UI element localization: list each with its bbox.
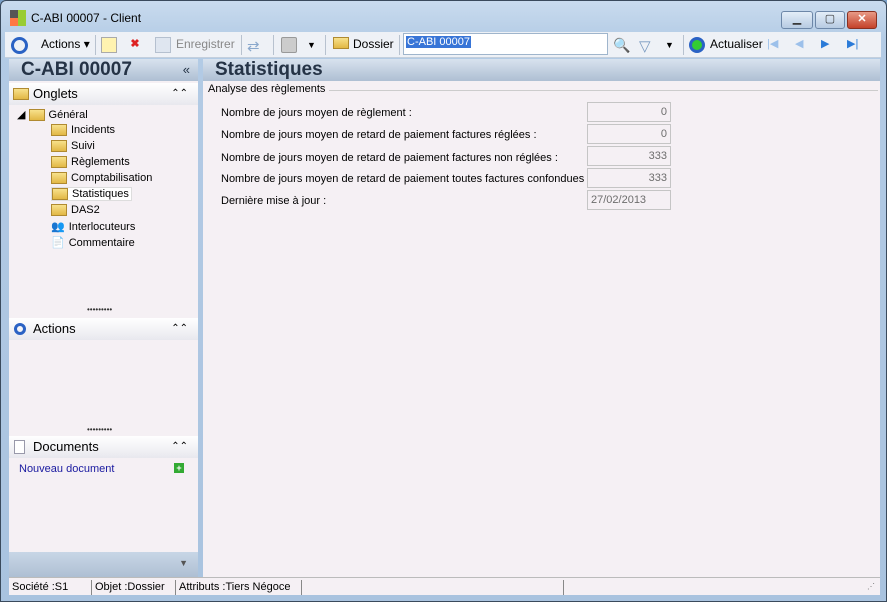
splitter[interactable]: ••••••••• xyxy=(87,425,112,434)
save-button[interactable]: Enregistrer xyxy=(176,37,235,51)
toolbar: Actions ▾ ✖ Enregistrer ⇄ ▼ Dossier C-AB… xyxy=(5,32,881,58)
tree-item-label: Règlements xyxy=(71,156,130,168)
tree-item-label: Incidents xyxy=(71,124,116,136)
status-attributs: Attributs :Tiers Négoce xyxy=(176,580,302,595)
collapse-icon[interactable]: ⌃⌃ xyxy=(171,318,188,340)
last-update-field: 27/02/2013 xyxy=(587,190,671,210)
next-icon[interactable]: ▶ xyxy=(821,37,837,53)
menu-icon[interactable] xyxy=(11,37,28,54)
add-icon[interactable]: + xyxy=(174,463,184,473)
refresh-button[interactable]: Actualiser xyxy=(710,37,763,51)
status-societe: Société :S1 xyxy=(9,580,92,595)
main-panel: Statistiques Analyse des règlements Nomb… xyxy=(203,59,880,577)
avg-delay-all-field: 333 xyxy=(587,168,671,188)
new-document-link[interactable]: Nouveau document xyxy=(19,463,114,475)
tree-item-interlocuteurs[interactable]: 👥 Interlocuteurs xyxy=(51,220,135,233)
print-dropdown[interactable]: ▼ xyxy=(307,40,316,50)
tree-item-statistiques[interactable]: Statistiques xyxy=(51,187,132,202)
onglets-label: Onglets xyxy=(33,86,78,101)
new-icon[interactable] xyxy=(101,37,117,53)
tree-item-label: Comptabilisation xyxy=(71,172,153,184)
tree-item-label: DAS2 xyxy=(71,204,100,216)
row-label: Nombre de jours moyen de règlement : xyxy=(221,107,412,119)
collapse-icon[interactable]: ⌃⌃ xyxy=(171,83,188,105)
status-bar: Société :S1 Objet :Dossier Attributs :Ti… xyxy=(9,577,880,595)
tree-root-label: Général xyxy=(48,109,88,121)
users-icon: 👥 xyxy=(51,221,65,233)
tree-item-incidents[interactable]: Incidents xyxy=(51,124,116,137)
tree-item-das2[interactable]: DAS2 xyxy=(51,204,100,217)
dossier-button[interactable]: Dossier xyxy=(353,37,394,51)
minimize-button[interactable]: ▁ xyxy=(781,11,813,29)
documents-label: Documents xyxy=(33,439,99,454)
actions-menu[interactable]: Actions ▾ xyxy=(41,37,90,51)
avg-payment-days-field: 0 xyxy=(587,102,671,122)
row-label: Nombre de jours moyen de retard de paiem… xyxy=(221,129,537,141)
actions-header[interactable]: Actions ⌃⌃ xyxy=(9,318,198,340)
filter-dropdown[interactable]: ▼ xyxy=(665,40,674,50)
row-label: Nombre de jours moyen de retard de paiem… xyxy=(221,173,591,185)
print-icon[interactable] xyxy=(281,37,297,53)
tree-item-label: Commentaire xyxy=(68,237,135,249)
tree-item-reglements[interactable]: Règlements xyxy=(51,156,130,169)
status-objet: Objet :Dossier xyxy=(92,580,176,595)
left-panel: C-ABI 00007 « Onglets ⌃⌃ ◢ Général Inciden… xyxy=(9,59,198,577)
app-icon xyxy=(10,10,26,26)
chevron-down-icon[interactable]: ▼ xyxy=(179,558,188,568)
window-title: C-ABI 00007 - Client xyxy=(31,11,142,25)
onglets-header[interactable]: Onglets ⌃⌃ xyxy=(9,83,198,105)
delete-icon[interactable]: ✖ xyxy=(127,37,143,53)
maximize-button[interactable]: ▢ xyxy=(815,11,845,29)
actions-label: Actions xyxy=(41,37,81,51)
tree-item-comptabilisation[interactable]: Comptabilisation xyxy=(51,172,153,185)
actions-section-label: Actions xyxy=(33,321,76,336)
collapse-icon[interactable]: ⌃⌃ xyxy=(171,436,188,458)
documents-header[interactable]: Documents ⌃⌃ xyxy=(9,436,198,458)
tree-item-label: Suivi xyxy=(71,140,95,152)
sync-icon[interactable]: ⇄ xyxy=(247,37,263,55)
tree-item-label: Statistiques xyxy=(72,188,129,200)
tree-root[interactable]: ◢ Général xyxy=(17,108,88,122)
search-icon[interactable]: 🔍 xyxy=(613,37,630,53)
record-title: C-ABI 00007 « xyxy=(9,59,198,81)
avg-delay-unpaid-field: 333 xyxy=(587,146,671,166)
folder-icon xyxy=(13,88,29,100)
tree-item-suivi[interactable]: Suivi xyxy=(51,140,95,153)
actions-icon xyxy=(14,323,26,335)
avg-delay-paid-field: 0 xyxy=(587,124,671,144)
tree-item-commentaire[interactable]: 📄 Commentaire xyxy=(51,236,135,249)
status-empty xyxy=(302,580,564,595)
close-button[interactable]: ✕ xyxy=(847,11,877,29)
last-icon[interactable]: ▶| xyxy=(847,37,863,53)
note-icon: 📄 xyxy=(51,237,65,249)
previous-icon[interactable]: ◀ xyxy=(795,37,811,53)
refresh-icon[interactable] xyxy=(689,37,705,53)
collapse-panel-button[interactable]: « xyxy=(183,59,190,81)
row-label: Dernière mise à jour : xyxy=(221,195,327,207)
window: C-ABI 00007 - Client ▁ ▢ ✕ Actions ▾ ✖ E… xyxy=(0,0,887,602)
page-title: Statistiques xyxy=(203,59,880,81)
tree-item-label: Interlocuteurs xyxy=(68,221,136,233)
save-icon xyxy=(155,37,171,53)
record-title-text: C-ABI 00007 xyxy=(21,59,132,80)
folder-icon xyxy=(333,37,349,53)
panel-footer: ▼ xyxy=(9,552,198,577)
document-icon xyxy=(14,440,25,454)
splitter[interactable]: ••••••••• xyxy=(87,305,112,314)
resize-grip[interactable]: ⋰ xyxy=(864,580,875,595)
search-input[interactable]: C-ABI 00007 xyxy=(403,33,608,55)
group-title: Analyse des règlements xyxy=(208,83,330,95)
filter-icon[interactable]: ▽ xyxy=(639,37,655,55)
first-icon[interactable]: |◀ xyxy=(767,37,783,53)
search-value: C-ABI 00007 xyxy=(406,36,471,48)
row-label: Nombre de jours moyen de retard de paiem… xyxy=(221,152,558,164)
